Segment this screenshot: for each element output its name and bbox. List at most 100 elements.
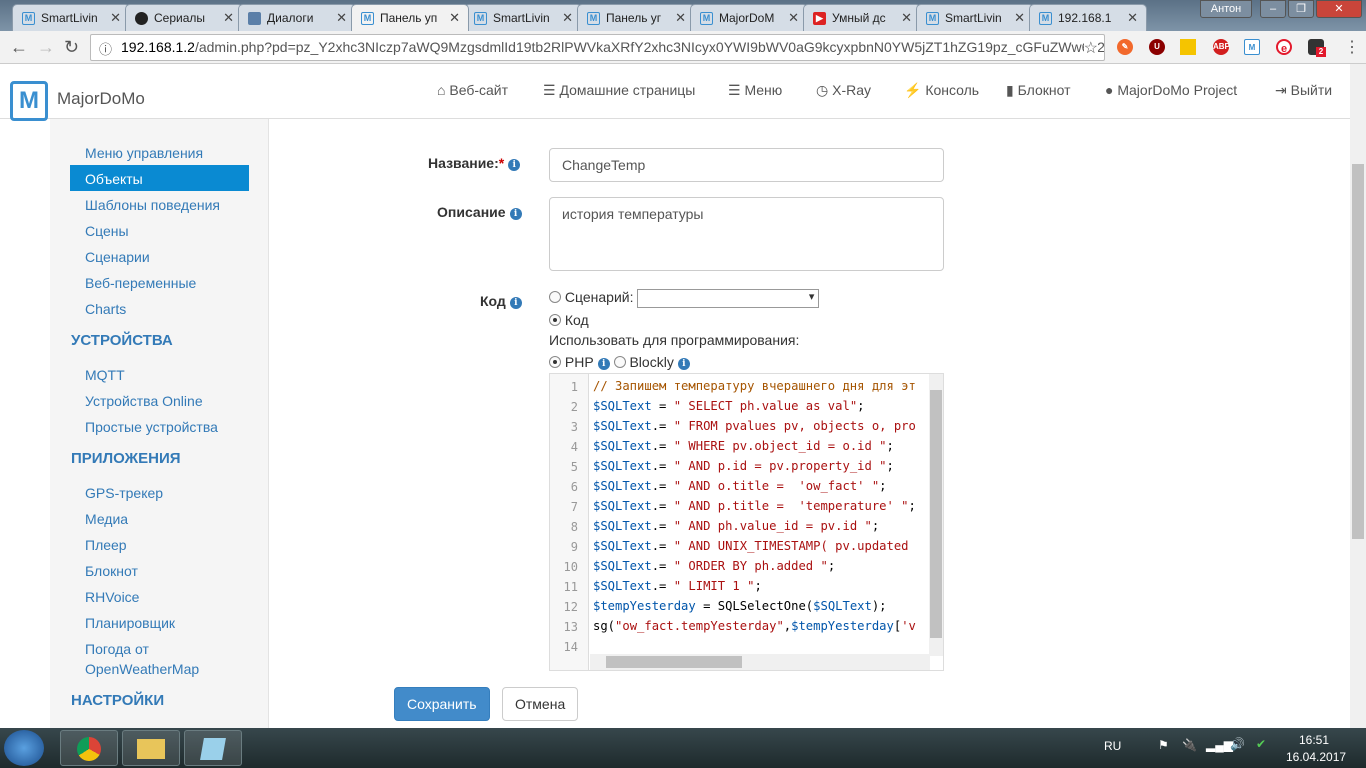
close-tab-icon[interactable]: ✕ bbox=[562, 10, 573, 26]
language-indicator[interactable]: RU bbox=[1104, 739, 1121, 753]
info-icon[interactable]: ⓘ bbox=[99, 39, 112, 58]
url-input[interactable]: ⓘ 192.168.1.2/admin.php?pd=pz_Y2xhc3NIcz… bbox=[90, 34, 1105, 61]
code-radio[interactable] bbox=[549, 314, 561, 326]
page-scrollbar[interactable] bbox=[1350, 64, 1366, 728]
description-textarea[interactable]: история температуры bbox=[549, 197, 944, 271]
browser-tab[interactable]: M Панель уг ✕ bbox=[577, 4, 695, 31]
php-radio[interactable] bbox=[549, 356, 561, 368]
sidebar-item[interactable]: Сцены bbox=[70, 217, 249, 243]
editor-horizontal-scrollbar[interactable] bbox=[590, 654, 930, 670]
sidebar-item[interactable]: Объекты bbox=[70, 165, 249, 191]
scenario-radio[interactable] bbox=[549, 291, 561, 304]
reload-icon[interactable]: ↻ bbox=[64, 37, 79, 58]
sidebar-item[interactable]: OpenWeatherMap bbox=[70, 655, 249, 681]
back-icon[interactable]: ← bbox=[10, 37, 28, 58]
browser-tab[interactable]: M MajorDoM ✕ bbox=[690, 4, 808, 31]
info-icon[interactable]: i bbox=[597, 358, 610, 370]
sidebar-item[interactable]: Медиа bbox=[70, 505, 249, 531]
majordomo-logo[interactable]: M bbox=[10, 81, 48, 121]
nav-item[interactable]: ⇥ Выйти bbox=[1275, 82, 1332, 99]
browser-tab[interactable]: M SmartLivin ✕ bbox=[12, 4, 130, 31]
browser-tab[interactable]: M SmartLivin ✕ bbox=[916, 4, 1034, 31]
close-window-button[interactable]: ✕ bbox=[1316, 0, 1362, 18]
sidebar-item[interactable]: MQTT bbox=[70, 361, 249, 387]
maximize-button[interactable]: ❐ bbox=[1288, 0, 1314, 18]
forward-icon[interactable]: → bbox=[37, 37, 55, 58]
close-tab-icon[interactable]: ✕ bbox=[110, 10, 121, 26]
close-tab-icon[interactable]: ✕ bbox=[788, 10, 799, 26]
brand-name[interactable]: MajorDoMo bbox=[57, 89, 145, 109]
close-tab-icon[interactable]: ✕ bbox=[901, 10, 912, 26]
sidebar-item[interactable]: GPS-трекер bbox=[70, 479, 249, 505]
browser-tab[interactable]: M Панель уп ✕ bbox=[351, 4, 469, 31]
sidebar-item[interactable]: Меню управления bbox=[70, 139, 249, 165]
info-icon[interactable]: i bbox=[509, 208, 522, 220]
clock-date[interactable]: 16.04.2017 bbox=[1286, 750, 1346, 764]
browser-tab[interactable]: Сериалы ✕ bbox=[125, 4, 243, 31]
extension-bookmark-icon[interactable] bbox=[1180, 39, 1196, 55]
signal-icon[interactable]: ▂▄▆ bbox=[1206, 738, 1233, 752]
browser-tab[interactable]: M 192.168.1 ✕ bbox=[1029, 4, 1147, 31]
scroll-thumb[interactable] bbox=[930, 390, 942, 638]
info-icon[interactable]: i bbox=[677, 358, 690, 370]
clock-time[interactable]: 16:51 bbox=[1299, 733, 1329, 747]
sidebar-item[interactable]: Планировщик bbox=[70, 609, 249, 635]
scenario-option[interactable]: Сценарий: bbox=[549, 289, 820, 308]
sidebar-item[interactable]: Шаблоны поведения bbox=[70, 191, 249, 217]
sidebar-item[interactable]: Устройства Online bbox=[70, 387, 249, 413]
sidebar-item[interactable]: Блокнот bbox=[70, 557, 249, 583]
sidebar-item[interactable]: RHVoice bbox=[70, 583, 249, 609]
nav-item[interactable]: ⚡ Консоль bbox=[904, 82, 979, 99]
network-icon[interactable]: ✔ bbox=[1256, 737, 1266, 751]
close-tab-icon[interactable]: ✕ bbox=[223, 10, 234, 26]
close-tab-icon[interactable]: ✕ bbox=[449, 10, 460, 26]
close-tab-icon[interactable]: ✕ bbox=[336, 10, 347, 26]
power-icon[interactable]: 🔌 bbox=[1182, 738, 1197, 752]
editor-vertical-scrollbar[interactable] bbox=[929, 374, 943, 656]
page-scroll-thumb[interactable] bbox=[1352, 164, 1364, 539]
extension-adblock-icon[interactable]: ABP bbox=[1213, 39, 1230, 55]
nav-item[interactable]: ☰ Меню bbox=[728, 82, 782, 99]
close-tab-icon[interactable]: ✕ bbox=[1127, 10, 1138, 26]
close-tab-icon[interactable]: ✕ bbox=[675, 10, 686, 26]
scroll-thumb[interactable] bbox=[606, 656, 742, 668]
nav-item[interactable]: ● MajorDoMo Project bbox=[1105, 82, 1237, 98]
extension-pen-icon[interactable]: ✎ bbox=[1117, 39, 1133, 55]
sidebar-item[interactable]: Плеер bbox=[70, 531, 249, 557]
code-option[interactable]: Код bbox=[549, 312, 589, 328]
extension-majordomo-icon[interactable]: M bbox=[1244, 39, 1260, 55]
nav-item[interactable]: ⌂ Веб-сайт bbox=[437, 82, 508, 98]
nav-item[interactable]: ☰ Домашние страницы bbox=[543, 82, 695, 99]
browser-tab[interactable]: ▶ Умный дс ✕ bbox=[803, 4, 921, 31]
code-editor[interactable]: 1 2 3 4 5 6 7 8 9 10 11 12 13 14 // Запишем температу… bbox=[549, 373, 944, 671]
browser-tab[interactable]: M SmartLivin ✕ bbox=[464, 4, 582, 31]
taskbar-notepad[interactable] bbox=[184, 730, 242, 766]
sidebar-item[interactable]: Простые устройства bbox=[70, 413, 249, 439]
flag-icon[interactable]: ⚑ bbox=[1158, 738, 1169, 752]
cancel-button[interactable]: Отмена bbox=[502, 687, 579, 721]
info-icon[interactable]: i bbox=[508, 159, 521, 171]
volume-icon[interactable]: 🔊 bbox=[1230, 737, 1245, 751]
chrome-menu-icon[interactable]: ⋮ bbox=[1344, 37, 1360, 57]
extension-e-icon[interactable]: e bbox=[1276, 39, 1292, 55]
name-input[interactable]: ChangeTemp bbox=[549, 148, 944, 182]
blockly-radio[interactable] bbox=[613, 356, 626, 368]
nav-item[interactable]: ◷ X-Ray bbox=[816, 82, 871, 99]
sidebar-item[interactable]: Charts bbox=[70, 295, 249, 321]
profile-button[interactable]: Антон bbox=[1200, 0, 1252, 18]
sidebar-item[interactable]: Веб-переменные bbox=[70, 269, 249, 295]
scenario-select[interactable] bbox=[637, 289, 820, 308]
info-icon[interactable]: i bbox=[509, 297, 522, 309]
minimize-button[interactable]: – bbox=[1260, 0, 1286, 18]
extension-ublock-icon[interactable]: U bbox=[1149, 39, 1165, 55]
taskbar-explorer[interactable] bbox=[122, 730, 180, 766]
browser-tab[interactable]: Диалоги ✕ bbox=[238, 4, 356, 31]
sidebar-item[interactable]: Сценарии bbox=[70, 243, 249, 269]
bookmark-star-icon[interactable]: ☆ bbox=[1083, 38, 1098, 58]
taskbar-chrome[interactable] bbox=[60, 730, 118, 766]
save-button[interactable]: Сохранить bbox=[394, 687, 490, 721]
start-button[interactable] bbox=[4, 730, 44, 766]
nav-item[interactable]: ▮ Блокнот bbox=[1006, 82, 1070, 99]
extension-evernote-icon[interactable]: 2 bbox=[1308, 39, 1326, 57]
close-tab-icon[interactable]: ✕ bbox=[1014, 10, 1025, 26]
